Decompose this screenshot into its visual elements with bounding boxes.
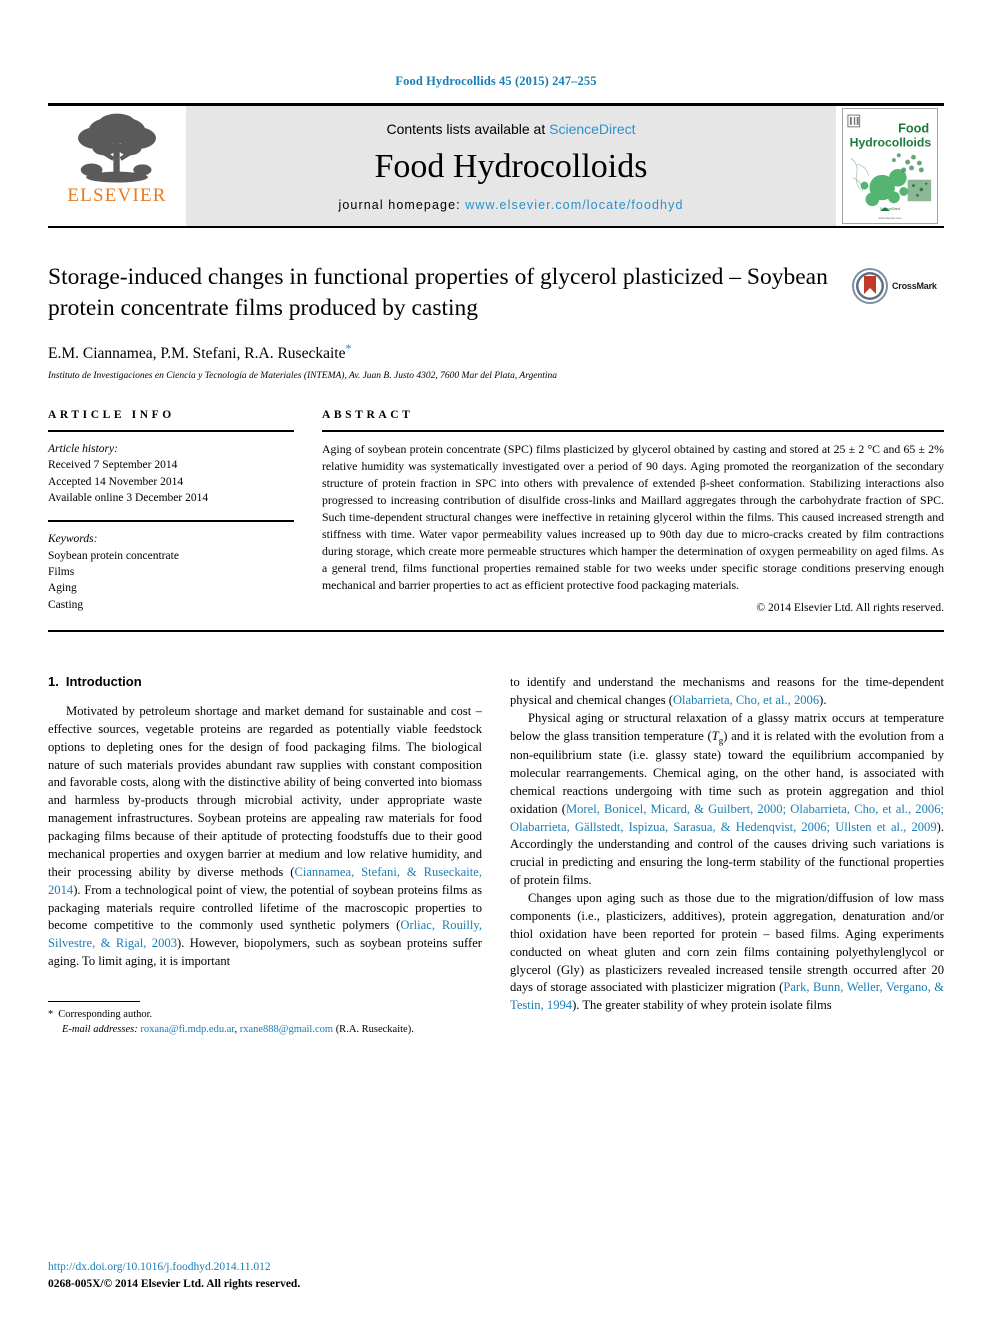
footnote-corresponding-text: Corresponding author. xyxy=(58,1009,153,1021)
keywords-rule xyxy=(48,520,294,523)
crossmark-label: CrossMark xyxy=(892,281,937,291)
masthead-center: Contents lists available at ScienceDirec… xyxy=(186,106,836,226)
article-info-rule xyxy=(48,430,294,433)
history-item: Available online 3 December 2014 xyxy=(48,492,209,505)
history-item: Accepted 14 November 2014 xyxy=(48,475,184,488)
intro-paragraph-left: Motivated by petroleum shortage and mark… xyxy=(48,703,482,971)
article-title: Storage-induced changes in functional pr… xyxy=(48,264,828,322)
body-columns: 1. Introduction Motivated by petroleum sh… xyxy=(48,674,944,1038)
abstract-rule xyxy=(322,430,944,433)
elsevier-wordmark: ELSEVIER xyxy=(67,185,167,206)
abstract-heading: ABSTRACT xyxy=(322,409,414,422)
tg-symbol: T xyxy=(711,728,719,743)
intro-paragraph-right-3: Changes upon aging such as those due to … xyxy=(510,890,944,1015)
keyword-item: Casting xyxy=(48,598,84,611)
intro-paragraph-right-2: Physical aging or structural relaxation … xyxy=(510,710,944,890)
journal-cover-image: Food Hydrocolloids ScienceDirect www.els… xyxy=(842,108,938,224)
contents-available-line: Contents lists available at ScienceDirec… xyxy=(386,121,635,137)
crossmark-badge[interactable]: CrossMark xyxy=(852,266,944,306)
author-list: E.M. Ciannamea, P.M. Stefani, R.A. Rusec… xyxy=(48,341,944,363)
journal-title: Food Hydrocolloids xyxy=(374,147,648,185)
contents-prefix: Contents lists available at xyxy=(386,120,550,137)
elsevier-logo: ELSEVIER xyxy=(48,106,186,226)
footnote-rule xyxy=(48,1001,140,1003)
affiliation: Instituto de Investigaciones en Ciencia … xyxy=(48,371,558,382)
footnote-email-line: E-mail addresses: roxana@fi.mdp.edu.ar, … xyxy=(48,1023,482,1038)
authors-names: E.M. Ciannamea, P.M. Stefani, R.A. Rusec… xyxy=(48,345,346,363)
body-column-left: 1. Introduction Motivated by petroleum sh… xyxy=(48,674,482,1038)
homepage-prefix: journal homepage: xyxy=(338,197,466,212)
intro-text-a: Motivated by petroleum shortage and mark… xyxy=(48,703,482,879)
intro-paragraph-right-1: to identify and understand the mechanism… xyxy=(510,674,944,710)
citation-link[interactable]: Olabarrieta, Cho, et al., 2006 xyxy=(673,693,819,707)
journal-homepage-link[interactable]: www.elsevier.com/locate/foodhyd xyxy=(465,198,683,212)
journal-cover: Food Hydrocolloids ScienceDirect www.els… xyxy=(836,106,944,226)
keywords-list: Keywords: Soybean protein concentrate Fi… xyxy=(48,531,294,613)
issn-copyright: 0268-005X/© 2014 Elsevier Ltd. All right… xyxy=(48,1277,301,1290)
corresponding-author-footnote: * Corresponding author. E-mail addresses:… xyxy=(48,1001,482,1037)
crossmark-icon xyxy=(852,268,888,304)
keyword-item: Films xyxy=(48,566,75,579)
body-column-right: to identify and understand the mechanism… xyxy=(510,674,944,1038)
svg-text:Hydrocolloids: Hydrocolloids xyxy=(850,135,932,149)
sciencedirect-link[interactable]: ScienceDirect xyxy=(549,121,635,137)
right-p3-b: ). The greater stability of whey protein… xyxy=(572,998,832,1013)
doi-link[interactable]: http://dx.doi.org/10.1016/j.foodhyd.2014… xyxy=(48,1259,300,1276)
email-link-1[interactable]: roxana@fi.mdp.edu.ar xyxy=(140,1024,234,1035)
footnote-corresponding-line: * Corresponding author. xyxy=(48,1008,482,1023)
running-head: Food Hydrocollids 45 (2015) 247–255 xyxy=(395,74,597,88)
svg-text:Food: Food xyxy=(898,121,929,136)
keywords-label: Keywords: xyxy=(48,533,98,546)
keyword-item: Soybean protein concentrate xyxy=(48,549,179,562)
journal-homepage-line: journal homepage: www.elsevier.com/locat… xyxy=(338,198,683,212)
history-item: Received 7 September 2014 xyxy=(48,459,178,472)
abstract-column: ABSTRACT Aging of soybean protein concen… xyxy=(322,409,944,614)
abstract-bottom-rule xyxy=(48,629,944,632)
info-abstract-row: ARTICLE INFO Article history: Received 7… xyxy=(48,409,944,614)
elsevier-tree-icon xyxy=(78,113,156,183)
citation-link[interactable]: Morel, Bonicel, Micard, & Guilbert, 2000… xyxy=(510,802,944,834)
corresponding-author-marker: * xyxy=(345,340,352,355)
email-link-2[interactable]: rxane888@gmail.com xyxy=(240,1024,333,1035)
email-addresses-label: E-mail addresses: xyxy=(62,1023,138,1035)
title-area: Storage-induced changes in functional pr… xyxy=(48,262,944,381)
abstract-copyright: © 2014 Elsevier Ltd. All rights reserved… xyxy=(756,601,944,614)
journal-masthead: ELSEVIER Contents lists available at Sci… xyxy=(48,103,944,228)
page-footer: http://dx.doi.org/10.1016/j.foodhyd.2014… xyxy=(48,1259,300,1294)
article-history: Article history: Received 7 September 20… xyxy=(48,441,294,506)
paper-page: Food Hydrocollids 45 (2015) 247–255 ELSE… xyxy=(0,0,992,1323)
email-suffix: (R.A. Ruseckaite). xyxy=(333,1023,414,1035)
abstract-text: Aging of soybean protein concentrate (SP… xyxy=(322,442,944,592)
footnote-marker: * xyxy=(48,1009,54,1021)
right-p3-a: Changes upon aging such as those due to … xyxy=(510,891,944,995)
article-history-label: Article history: xyxy=(48,443,118,456)
introduction-heading: 1. Introduction xyxy=(48,674,482,689)
svg-text:www.elsevier.com: www.elsevier.com xyxy=(878,216,902,220)
article-info-heading: ARTICLE INFO xyxy=(48,409,175,422)
introduction-number: 1. xyxy=(48,673,59,689)
introduction-label: Introduction xyxy=(65,673,142,689)
article-info-column: ARTICLE INFO Article history: Received 7… xyxy=(48,409,294,614)
right-text-b: ). xyxy=(819,692,827,707)
keyword-item: Aging xyxy=(48,582,77,595)
